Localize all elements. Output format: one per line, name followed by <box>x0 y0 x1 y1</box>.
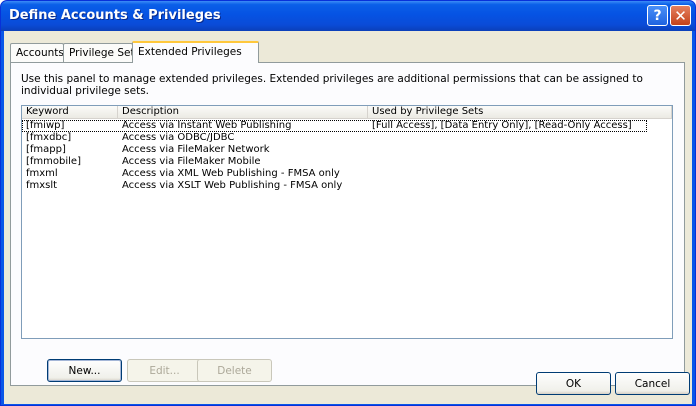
list-row[interactable]: [fmxdbc] Access via ODBC/JDBC <box>22 132 672 144</box>
row-keyword: fmxml <box>26 168 58 179</box>
row-used-by: [Full Access], [Data Entry Only], [Read-… <box>372 120 632 131</box>
title-bar[interactable]: Define Accounts & Privileges ? ✕ <box>1 1 695 31</box>
list-row[interactable]: fmxslt Access via XSLT Web Publishing - … <box>22 180 672 192</box>
row-description: Access via XML Web Publishing - FMSA onl… <box>122 168 340 179</box>
new-button[interactable]: New... <box>47 359 122 382</box>
dialog-window: Define Accounts & Privileges ? ✕ Account… <box>0 0 696 406</box>
window-title: Define Accounts & Privileges <box>9 8 221 23</box>
list-row[interactable]: [fmmobile] Access via FileMaker Mobile <box>22 156 672 168</box>
row-description: Access via FileMaker Mobile <box>122 156 261 167</box>
ok-button[interactable]: OK <box>536 372 611 395</box>
row-keyword: [fmapp] <box>26 144 66 155</box>
row-keyword: [fmxdbc] <box>26 132 72 143</box>
tab-extended-privileges[interactable]: Extended Privileges <box>132 41 259 63</box>
dialog-body: Accounts Privilege Sets Extended Privile… <box>4 31 692 404</box>
column-header-description[interactable]: Description <box>118 106 368 119</box>
tab-privilege-sets[interactable]: Privilege Sets <box>63 43 140 62</box>
list-row[interactable]: [fmiwp] Access via Instant Web Publishin… <box>22 120 647 132</box>
close-button[interactable]: ✕ <box>670 5 691 26</box>
list-header: Keyword Description Used by Privilege Se… <box>22 106 672 119</box>
column-header-keyword[interactable]: Keyword <box>22 106 118 119</box>
row-keyword: fmxslt <box>26 180 58 191</box>
row-description: Access via ODBC/JDBC <box>122 132 235 143</box>
cancel-button[interactable]: Cancel <box>615 372 690 395</box>
row-keyword: [fmiwp] <box>26 120 65 131</box>
edit-button[interactable]: Edit... <box>127 359 202 382</box>
panel-description: Use this panel to manage extended privil… <box>21 73 643 97</box>
list-row[interactable]: fmxml Access via XML Web Publishing - FM… <box>22 168 672 180</box>
row-description: Access via FileMaker Network <box>122 144 270 155</box>
row-keyword: [fmmobile] <box>26 156 81 167</box>
column-header-used-by[interactable]: Used by Privilege Sets <box>368 106 672 119</box>
list-row[interactable]: [fmapp] Access via FileMaker Network <box>22 144 672 156</box>
delete-button[interactable]: Delete <box>197 359 272 382</box>
tab-accounts[interactable]: Accounts <box>10 43 64 62</box>
extended-privileges-list[interactable]: Keyword Description Used by Privilege Se… <box>21 105 673 339</box>
row-description: Access via XSLT Web Publishing - FMSA on… <box>122 180 343 191</box>
row-description: Access via Instant Web Publishing <box>122 120 292 131</box>
tab-panel: Use this panel to manage extended privil… <box>10 62 685 386</box>
help-button[interactable]: ? <box>647 5 668 26</box>
